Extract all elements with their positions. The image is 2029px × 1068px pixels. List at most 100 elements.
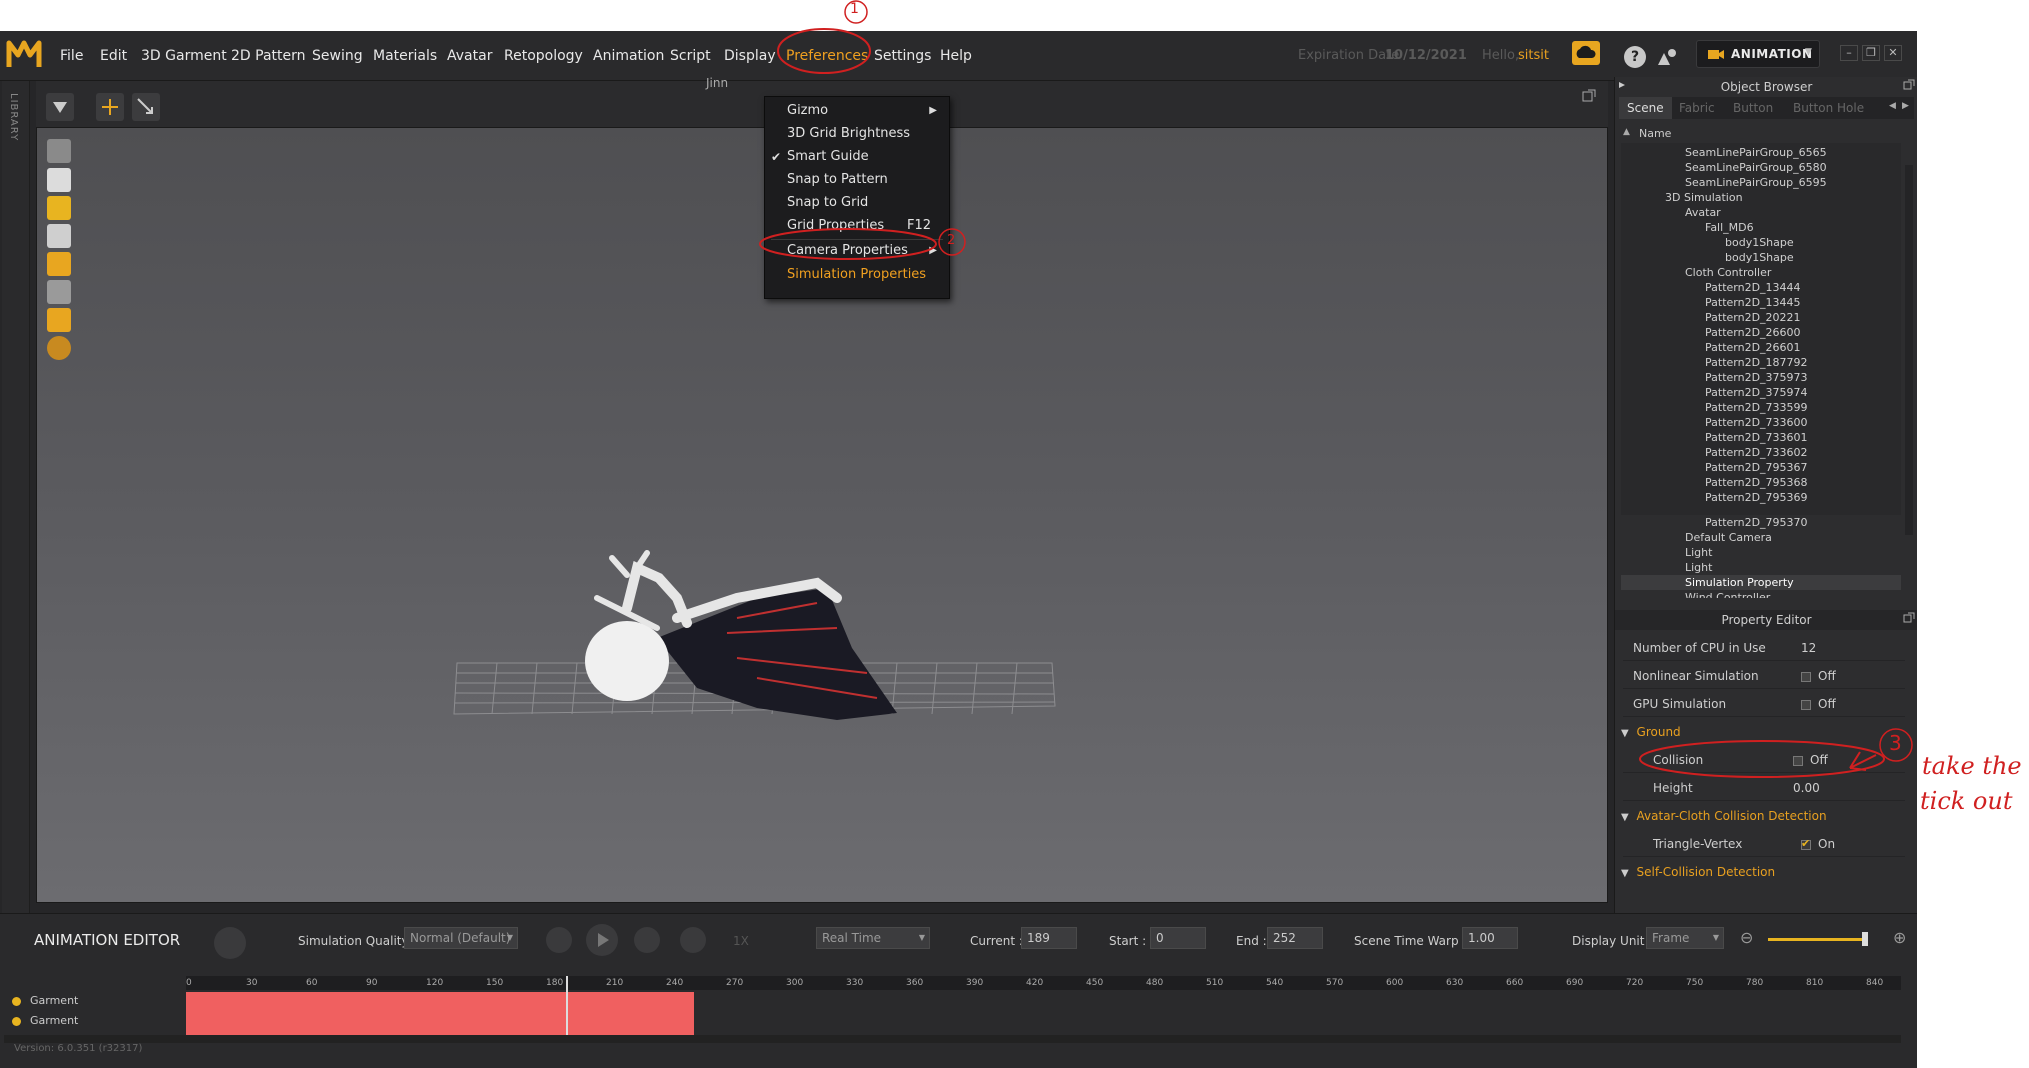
menu-animation[interactable]: Animation: [593, 48, 664, 64]
time-warp-input[interactable]: 1.00: [1462, 927, 1518, 949]
playhead[interactable]: [566, 976, 568, 1035]
menu-gizmo[interactable]: Gizmo ▶: [765, 100, 949, 122]
mode-selector[interactable]: ANIMATION ▼: [1696, 40, 1820, 68]
tree-item[interactable]: Pattern2D_20221: [1621, 310, 1901, 325]
tree-item[interactable]: Light: [1621, 545, 1901, 560]
zoom-slider-handle[interactable]: [1862, 932, 1868, 946]
tree-column-name[interactable]: Name: [1639, 127, 1671, 140]
menu-preferences[interactable]: Preferences: [786, 48, 868, 64]
tree-item[interactable]: 3D Simulation: [1621, 190, 1901, 205]
library-panel[interactable]: LIBRARY: [2, 81, 30, 941]
playback-mode-select[interactable]: Real Time ▼: [816, 927, 930, 949]
tree-item[interactable]: Pattern2D_733600: [1621, 415, 1901, 430]
tree-item[interactable]: Pattern2D_795368: [1621, 475, 1901, 490]
tree-item[interactable]: Pattern2D_795370: [1621, 515, 1901, 530]
minimize-button[interactable]: –: [1840, 45, 1858, 61]
menu-edit[interactable]: Edit: [100, 48, 127, 64]
menu-settings[interactable]: Settings: [874, 48, 931, 64]
menu-sewing[interactable]: Sewing: [312, 48, 363, 64]
tree-item[interactable]: Pattern2D_733601: [1621, 430, 1901, 445]
menu-snap-to-pattern[interactable]: Snap to Pattern: [765, 169, 949, 191]
tree-item[interactable]: Pattern2D_733602: [1621, 445, 1901, 460]
gpu-checkbox[interactable]: [1801, 700, 1811, 710]
panel-popout-icon[interactable]: [1903, 79, 1915, 91]
tree-item[interactable]: Light: [1621, 560, 1901, 575]
menu-display[interactable]: Display: [724, 48, 776, 64]
prop-height-value[interactable]: 0.00: [1793, 775, 1820, 801]
tab-fabric[interactable]: Fabric: [1671, 97, 1723, 119]
zoom-slider[interactable]: [1768, 938, 1868, 941]
timeline-ruler[interactable]: 0 30 60 90 120 150 180 210 240 270 300 3…: [186, 976, 1901, 990]
tree-item[interactable]: Default Camera: [1621, 530, 1901, 545]
tab-button[interactable]: Button: [1725, 97, 1781, 119]
section-self-collision[interactable]: ▼ Self-Collision Detection: [1621, 859, 1905, 885]
display-unit-select[interactable]: Frame ▼: [1646, 927, 1724, 949]
panel-popout-icon[interactable]: [1903, 612, 1915, 624]
menu-script[interactable]: Script: [670, 48, 711, 64]
cloud-sync-button[interactable]: [1572, 41, 1600, 65]
menu-camera-properties[interactable]: Camera Properties ▶: [765, 240, 949, 262]
tree-item[interactable]: body1Shape: [1621, 250, 1901, 265]
prop-cpu-value[interactable]: 12: [1801, 635, 1816, 661]
tab-scene[interactable]: Scene: [1619, 97, 1672, 119]
tree-item[interactable]: Pattern2D_13444: [1621, 280, 1901, 295]
tree-item[interactable]: Pattern2D_375973: [1621, 370, 1901, 385]
section-avatar-cloth[interactable]: ▼ Avatar-Cloth Collision Detection: [1621, 803, 1905, 829]
user-name[interactable]: sitsit: [1518, 48, 1549, 63]
tree-item[interactable]: Avatar: [1621, 205, 1901, 220]
tree-scrollbar[interactable]: [1905, 165, 1913, 535]
collision-checkbox[interactable]: [1793, 756, 1803, 766]
menu-smart-guide[interactable]: ✔ Smart Guide: [765, 146, 949, 168]
menu-help[interactable]: Help: [940, 48, 972, 64]
menu-retopology[interactable]: Retopology: [504, 48, 583, 64]
speed-button[interactable]: 1X: [733, 934, 749, 948]
record-camera-icon[interactable]: [214, 927, 246, 959]
tree-item[interactable]: Pattern2D_187792: [1621, 355, 1901, 370]
help-icon[interactable]: ?: [1624, 46, 1646, 68]
end-frame-input[interactable]: 252: [1267, 927, 1323, 949]
nonlinear-checkbox[interactable]: [1801, 672, 1811, 682]
viewport-popout-icon[interactable]: [1582, 89, 1596, 103]
close-button[interactable]: ✕: [1884, 45, 1902, 61]
restore-button[interactable]: ❐: [1862, 45, 1880, 61]
tree-item[interactable]: Pattern2D_13445: [1621, 295, 1901, 310]
tree-item[interactable]: Pattern2D_375974: [1621, 385, 1901, 400]
tree-item[interactable]: Pattern2D_26601: [1621, 340, 1901, 355]
tree-item[interactable]: Fall_MD6: [1621, 220, 1901, 235]
menu-grid-properties[interactable]: Grid Properties F12: [765, 215, 949, 237]
menu-materials[interactable]: Materials: [373, 48, 437, 64]
tab-next-icon[interactable]: ▶: [1902, 101, 1909, 111]
garment-keyframe-bar[interactable]: [186, 992, 694, 1035]
tree-item[interactable]: SeamLinePairGroup_6565: [1621, 145, 1901, 160]
skip-forward-icon[interactable]: [634, 927, 660, 953]
community-icon[interactable]: [1654, 45, 1680, 69]
sort-arrow-icon[interactable]: ▲: [1623, 127, 1630, 137]
menu-avatar[interactable]: Avatar: [447, 48, 492, 64]
menu-3d-grid-brightness[interactable]: 3D Grid Brightness: [765, 123, 949, 145]
tree-item[interactable]: Pattern2D_795369: [1621, 490, 1901, 505]
tree-item[interactable]: SeamLinePairGroup_6580: [1621, 160, 1901, 175]
tree-item[interactable]: SeamLinePairGroup_6595: [1621, 175, 1901, 190]
menu-snap-to-grid[interactable]: Snap to Grid: [765, 192, 949, 214]
play-icon[interactable]: [586, 924, 618, 956]
tree-item[interactable]: Cloth Controller: [1621, 265, 1901, 280]
tree-item[interactable]: Pattern2D_26600: [1621, 325, 1901, 340]
timeline-scrollbar[interactable]: [4, 1035, 1901, 1043]
tree-item-selected[interactable]: Simulation Property: [1621, 575, 1901, 590]
move-gizmo-icon[interactable]: [96, 93, 124, 121]
tree-item[interactable]: Wind Controller: [1621, 590, 1901, 598]
zoom-out-icon[interactable]: ⊖: [1740, 928, 1753, 947]
start-frame-input[interactable]: 0: [1150, 927, 1206, 949]
tab-button-hole[interactable]: Button Hole: [1785, 97, 1872, 119]
skip-back-icon[interactable]: [546, 927, 572, 953]
menu-file[interactable]: File: [60, 48, 83, 64]
menu-simulation-properties[interactable]: Simulation Properties: [765, 264, 949, 286]
section-ground[interactable]: ▼ Ground: [1621, 719, 1905, 745]
tab-prev-icon[interactable]: ◀: [1889, 101, 1896, 111]
select-tool-icon[interactable]: [132, 93, 160, 121]
sim-quality-select[interactable]: Normal (Default) ▼: [404, 927, 518, 949]
zoom-in-icon[interactable]: ⊕: [1893, 928, 1906, 947]
tree-item[interactable]: Pattern2D_733599: [1621, 400, 1901, 415]
loop-icon[interactable]: [680, 927, 706, 953]
tree-item[interactable]: body1Shape: [1621, 235, 1901, 250]
